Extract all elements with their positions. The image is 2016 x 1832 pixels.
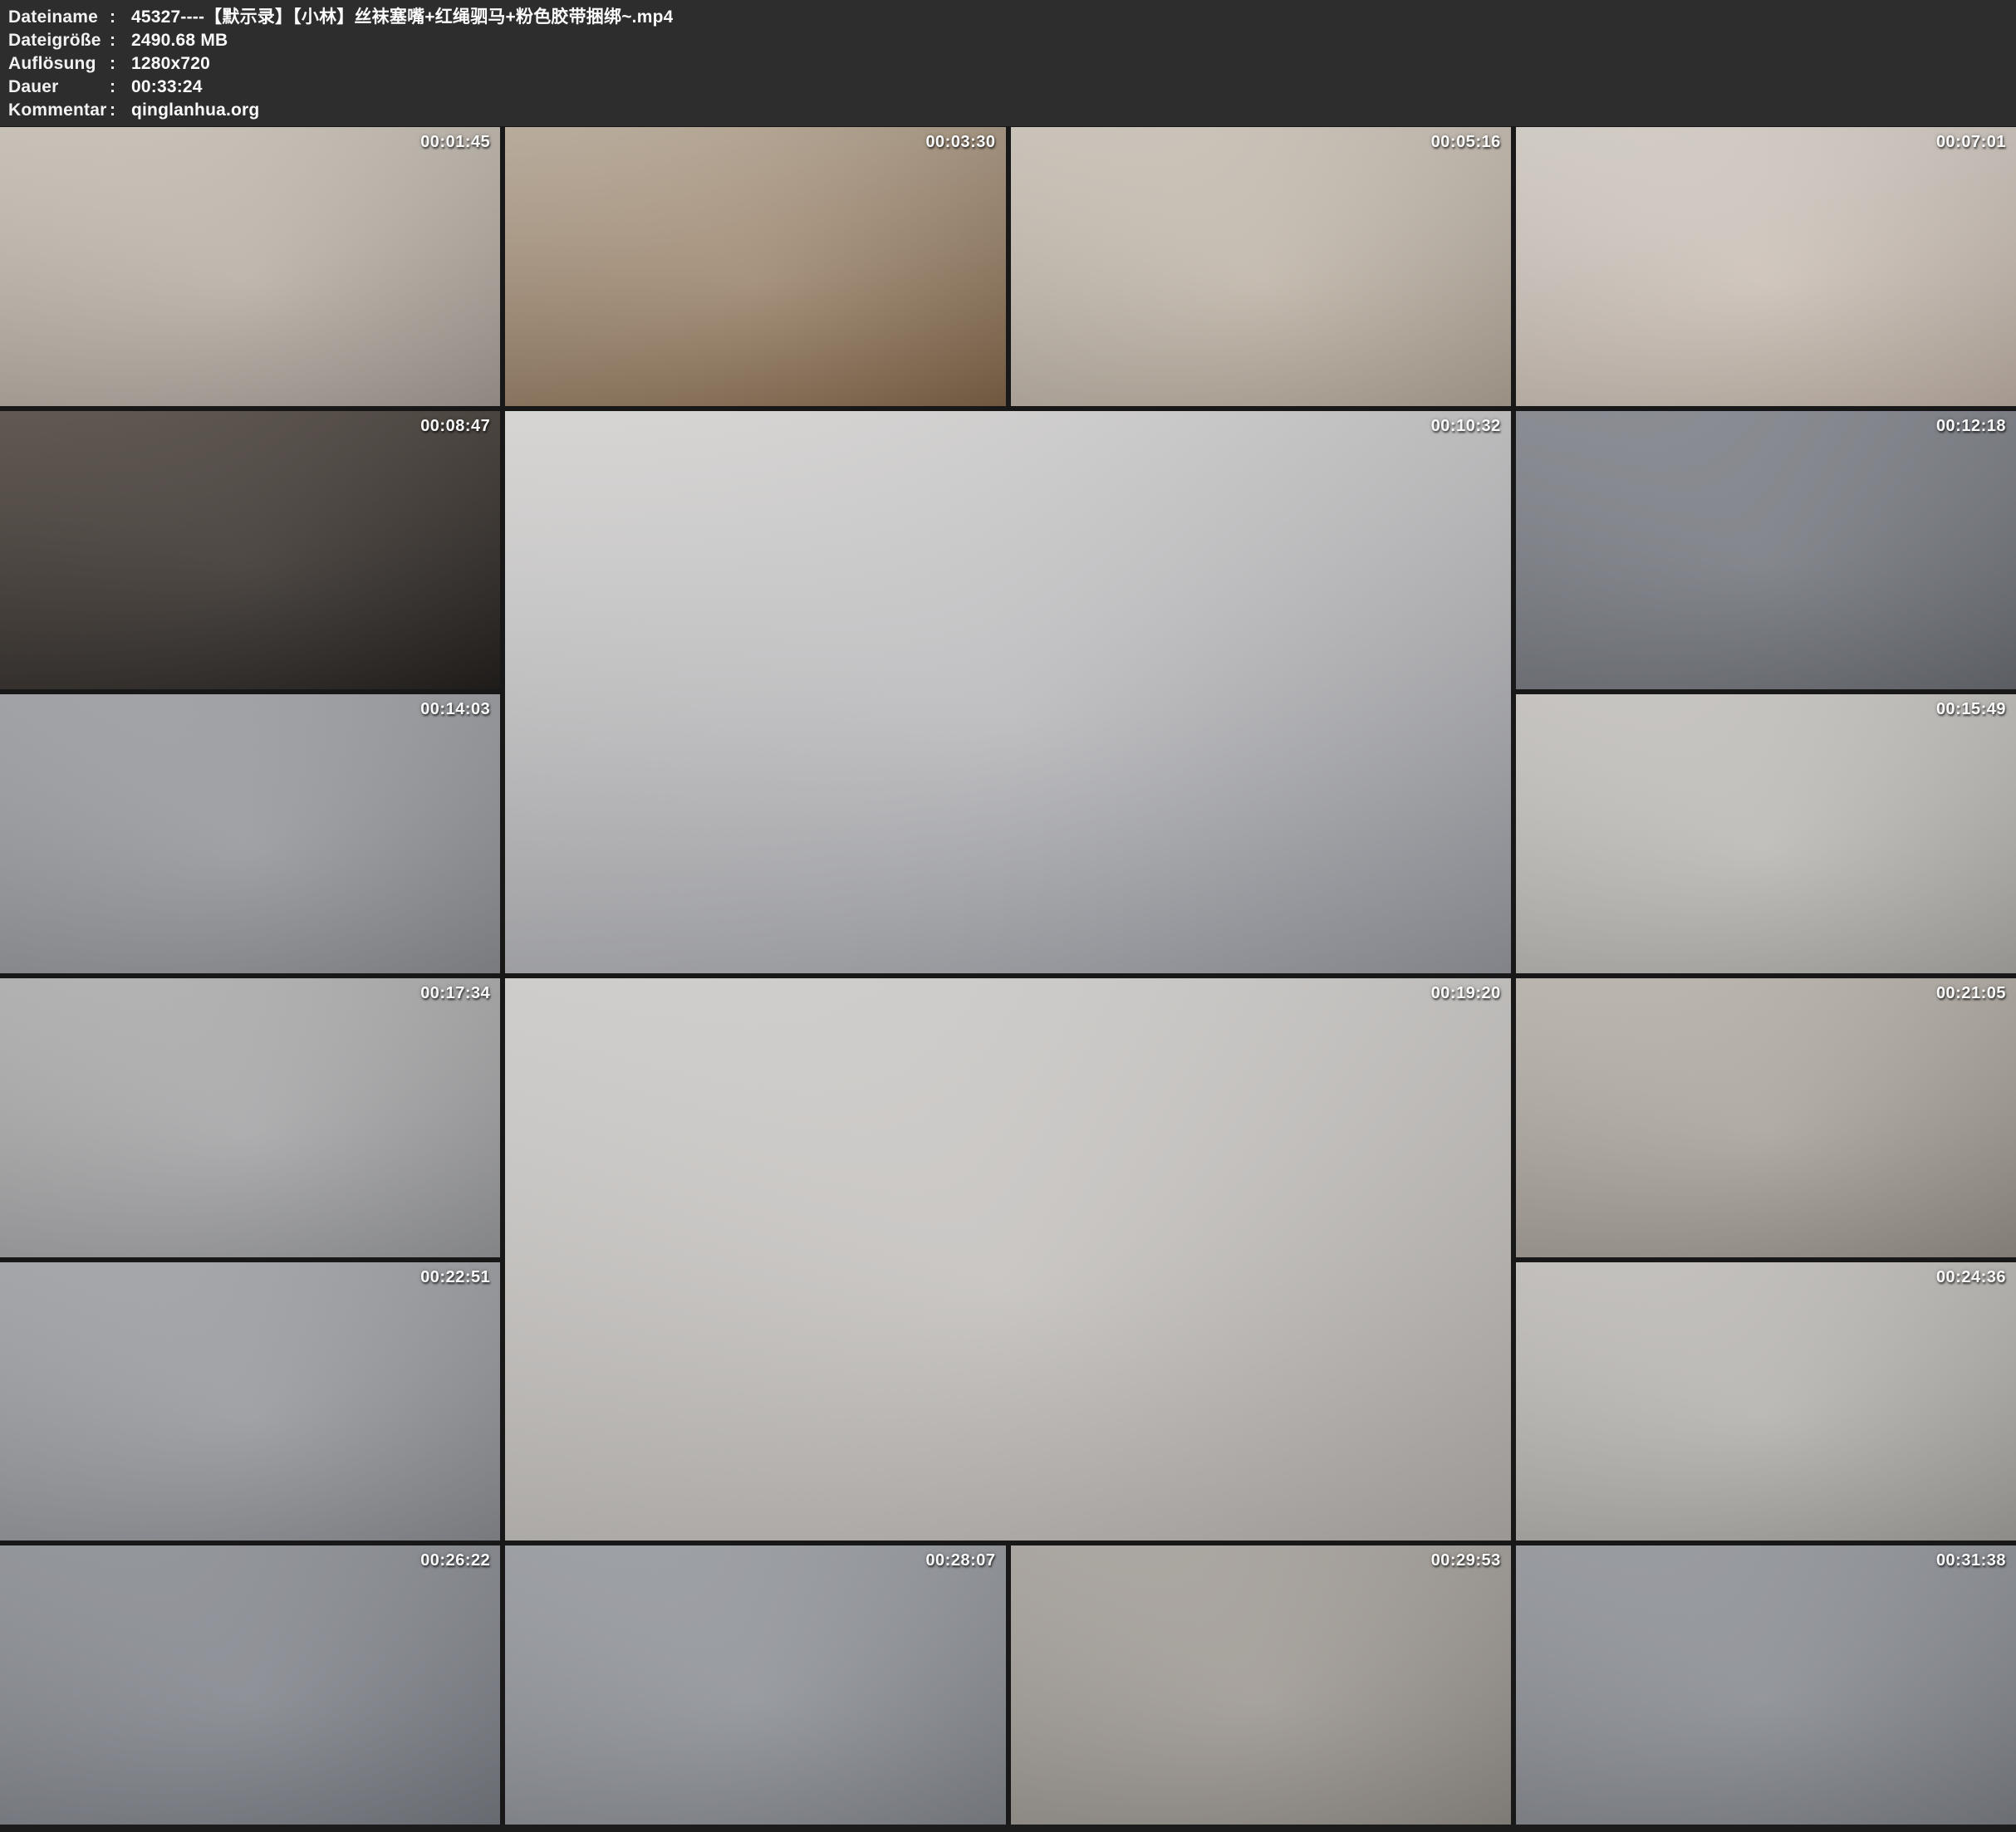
file-info-header: Dateiname : 45327----【默示录】【小林】丝袜塞嘴+红绳驷马+… [0,0,2016,126]
filename-label: Dateiname [8,6,110,29]
filesize-label: Dateigröße [8,29,110,52]
video-frame-thumbnail: 00:17:34 [0,978,500,1257]
frame-timestamp-overlay: 00:03:30 [925,133,995,152]
video-frame-thumbnail: 00:22:51 [0,1262,500,1541]
video-frame-thumbnail-large: 00:10:32 [505,411,1511,973]
comment-label: Kommentar [8,99,110,122]
frame-timestamp-overlay: 00:26:22 [420,1551,490,1570]
resolution-separator: : [110,52,131,76]
frame-timestamp-overlay: 00:08:47 [420,417,490,436]
video-frame-thumbnail: 00:28:07 [505,1545,1005,1825]
comment-separator: : [110,99,131,122]
frame-timestamp-overlay: 00:14:03 [420,700,490,719]
video-frame-thumbnail: 00:01:45 [0,127,500,406]
video-frame-thumbnail-large: 00:19:20 [505,978,1511,1541]
video-frame-thumbnail: 00:29:53 [1011,1545,1511,1825]
filesize-separator: : [110,29,131,52]
frame-timestamp-overlay: 00:10:32 [1431,417,1501,436]
filename-separator: : [110,6,131,29]
video-frame-thumbnail: 00:05:16 [1011,127,1511,406]
thumbnail-contact-sheet: 00:01:45 00:03:30 00:05:16 00:07:01 00:0… [0,127,2016,1825]
video-frame-thumbnail: 00:14:03 [0,694,500,973]
video-frame-thumbnail: 00:12:18 [1516,411,2016,690]
video-frame-thumbnail: 00:26:22 [0,1545,500,1825]
frame-timestamp-overlay: 00:22:51 [420,1268,490,1287]
comment-value: qinglanhua.org [131,99,259,122]
frame-timestamp-overlay: 00:21:05 [1936,984,2006,1003]
duration-label: Dauer [8,76,110,99]
resolution-value: 1280x720 [131,52,210,76]
frame-timestamp-overlay: 00:17:34 [420,984,490,1003]
video-frame-thumbnail: 00:08:47 [0,411,500,690]
meta-row-filename: Dateiname : 45327----【默示录】【小林】丝袜塞嘴+红绳驷马+… [8,6,2016,29]
duration-value: 00:33:24 [131,76,203,99]
meta-row-duration: Dauer : 00:33:24 [8,76,2016,99]
duration-separator: : [110,76,131,99]
video-frame-thumbnail: 00:24:36 [1516,1262,2016,1541]
video-frame-thumbnail: 00:03:30 [505,127,1005,406]
frame-timestamp-overlay: 00:29:53 [1431,1551,1501,1570]
frame-timestamp-overlay: 00:19:20 [1431,984,1501,1003]
filename-value: 45327----【默示录】【小林】丝袜塞嘴+红绳驷马+粉色胶带捆绑~.mp4 [131,6,673,29]
video-frame-thumbnail: 00:15:49 [1516,694,2016,973]
frame-timestamp-overlay: 00:05:16 [1431,133,1501,152]
video-frame-thumbnail: 00:21:05 [1516,978,2016,1257]
frame-timestamp-overlay: 00:24:36 [1936,1268,2006,1287]
video-frame-thumbnail: 00:07:01 [1516,127,2016,406]
meta-row-filesize: Dateigröße : 2490.68 MB [8,29,2016,52]
meta-row-comment: Kommentar : qinglanhua.org [8,99,2016,122]
bottom-margin-bar [0,1825,2016,1832]
frame-timestamp-overlay: 00:12:18 [1936,417,2006,436]
filesize-value: 2490.68 MB [131,29,228,52]
frame-timestamp-overlay: 00:31:38 [1936,1551,2006,1570]
frame-timestamp-overlay: 00:15:49 [1936,700,2006,719]
frame-timestamp-overlay: 00:28:07 [925,1551,995,1570]
video-frame-thumbnail: 00:31:38 [1516,1545,2016,1825]
resolution-label: Auflösung [8,52,110,76]
frame-timestamp-overlay: 00:07:01 [1936,133,2006,152]
frame-timestamp-overlay: 00:01:45 [420,133,490,152]
meta-row-resolution: Auflösung : 1280x720 [8,52,2016,76]
